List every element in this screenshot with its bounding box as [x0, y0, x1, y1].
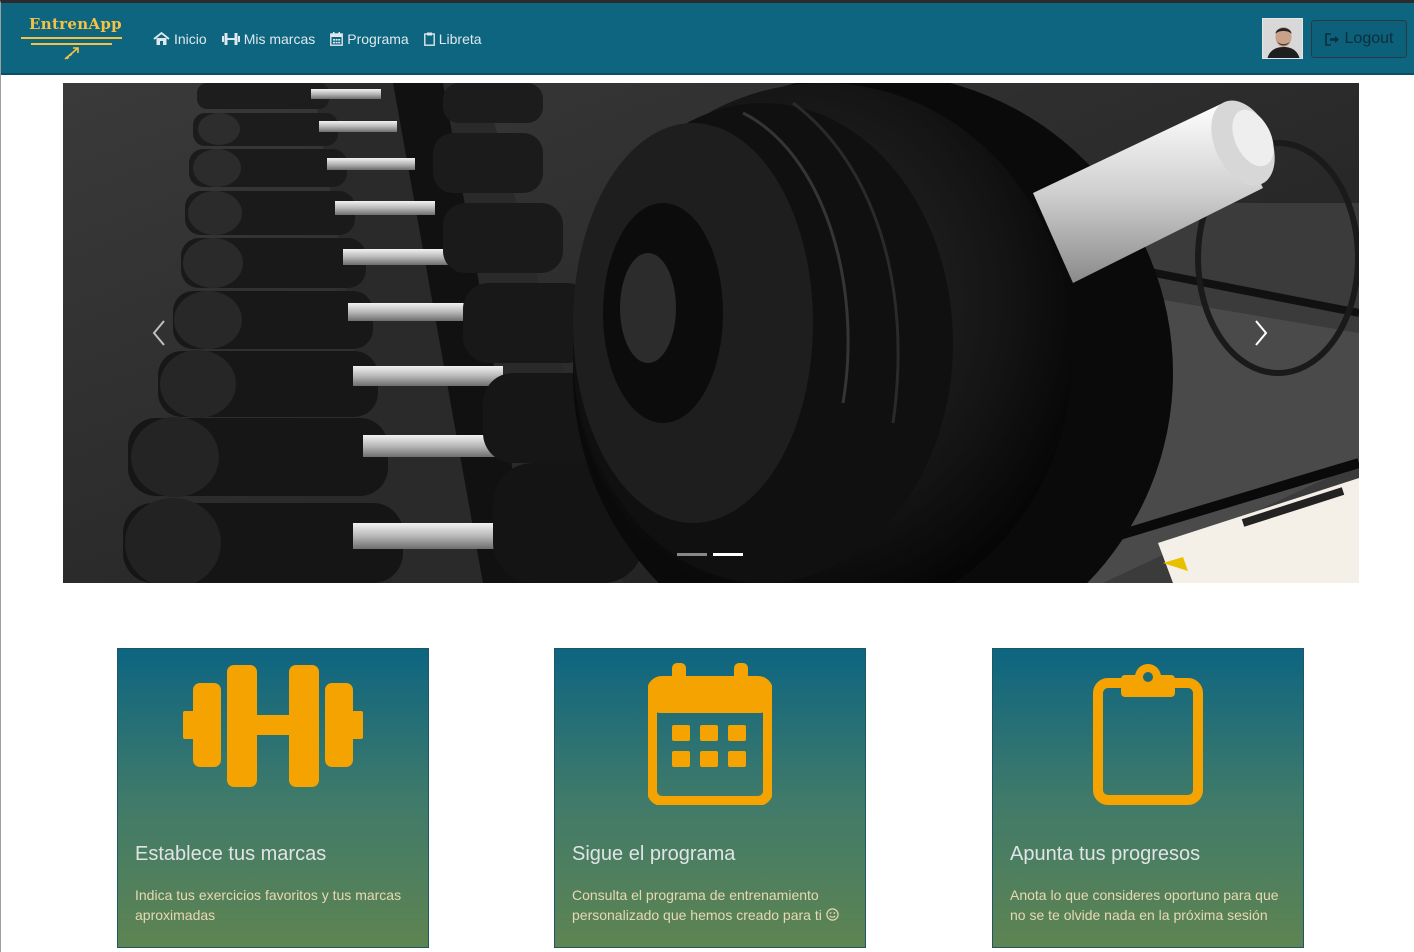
home-icon — [153, 32, 170, 45]
carousel-prev-button[interactable] — [139, 308, 179, 358]
brand-logo[interactable]: EntrenApp — [21, 13, 123, 63]
clipboard-icon — [423, 32, 435, 46]
nav-label-inicio: Inicio — [174, 31, 207, 47]
nav-label-mis-marcas: Mis marcas — [243, 31, 316, 47]
user-avatar[interactable] — [1262, 18, 1303, 59]
dumbbell-icon — [183, 665, 363, 787]
card-title: Apunta tus progresos — [1010, 843, 1201, 865]
logout-label: Logout — [1344, 30, 1394, 47]
chevron-left-icon — [152, 320, 165, 346]
feature-card-marcas[interactable]: Establece tus marcas Indica tus exercici… — [117, 648, 429, 948]
calendar-icon — [330, 32, 344, 46]
card-description: Anota lo que consideres oportuno para qu… — [1010, 887, 1279, 923]
sign-out-icon — [1324, 32, 1339, 46]
carousel-slide-image — [63, 83, 1359, 583]
card-description: Indica tus exercicios favoritos y tus ma… — [135, 887, 402, 923]
carousel-indicator[interactable] — [677, 553, 707, 556]
card-description-text: Consulta el programa de entrenamiento pe… — [572, 887, 822, 923]
clipboard-icon — [1093, 664, 1203, 805]
hero-carousel — [63, 83, 1359, 583]
brand-underline-secondary — [31, 43, 112, 45]
carousel-indicator-active[interactable] — [713, 553, 743, 556]
card-title: Sigue el programa — [572, 843, 736, 865]
nav-label-programa: Programa — [347, 31, 409, 47]
nav-item-inicio[interactable]: Inicio — [153, 31, 207, 47]
carousel-next-button[interactable] — [1241, 308, 1281, 358]
nav-item-programa[interactable]: Programa — [330, 31, 409, 47]
navbar: EntrenApp Inicio Mis marcas Programa Lib… — [1, 3, 1414, 75]
card-description: Consulta el programa de entrenamiento pe… — [572, 885, 857, 925]
smile-icon — [826, 908, 839, 921]
carousel-indicators — [677, 553, 743, 556]
nav-label-libreta: Libreta — [438, 31, 482, 47]
dumbbell-icon — [221, 33, 240, 45]
trend-arrow-icon — [64, 47, 79, 60]
feature-card-libreta[interactable]: Apunta tus progresos Anota lo que consid… — [992, 648, 1304, 948]
brand-underline — [21, 37, 122, 39]
feature-card-programa[interactable]: Sigue el programa Consulta el programa d… — [554, 648, 866, 948]
card-title: Establece tus marcas — [135, 843, 327, 865]
nav-menu: Inicio Mis marcas Programa Libreta — [153, 3, 482, 75]
logout-button[interactable]: Logout — [1311, 20, 1407, 58]
nav-item-libreta[interactable]: Libreta — [423, 31, 482, 47]
brand-name: EntrenApp — [29, 15, 122, 33]
nav-item-mis-marcas[interactable]: Mis marcas — [221, 31, 316, 47]
chevron-right-icon — [1255, 320, 1268, 346]
calendar-icon — [648, 663, 772, 805]
